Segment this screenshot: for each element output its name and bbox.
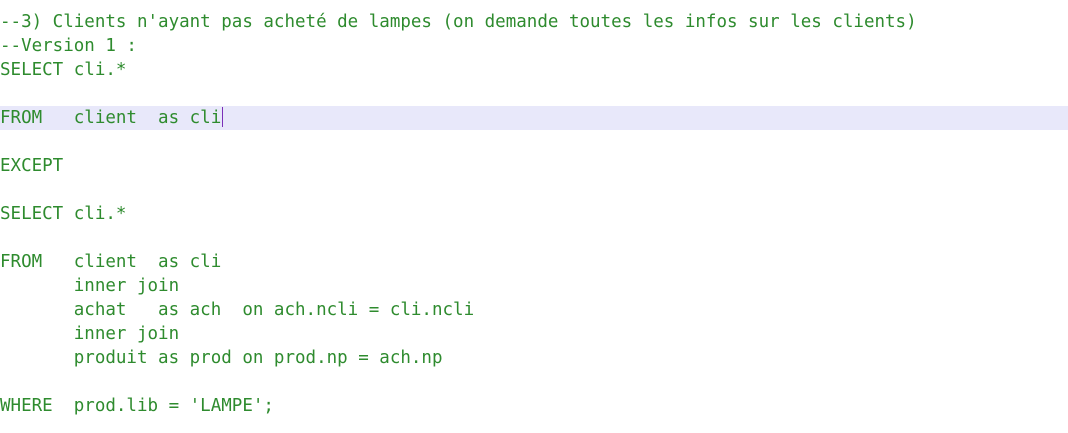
code-text: achat as ach on ach.ncli = cli.ncli xyxy=(0,300,475,320)
code-line-10[interactable] xyxy=(0,226,1068,250)
code-line-15[interactable]: produit as prod on prod.np = ach.np xyxy=(0,346,1068,370)
code-text: EXCEPT xyxy=(0,156,64,176)
code-line-9[interactable]: SELECT cli.* xyxy=(0,202,1068,226)
code-line-4[interactable] xyxy=(0,82,1068,106)
code-text: inner join xyxy=(0,324,180,344)
code-text: FROM client as cli xyxy=(0,252,222,272)
code-line-17[interactable]: WHERE prod.lib = 'LAMPE'; xyxy=(0,394,1068,418)
code-text: SELECT cli.* xyxy=(0,204,127,224)
code-line-1[interactable]: --3) Clients n'ayant pas acheté de lampe… xyxy=(0,10,1068,34)
code-line-11[interactable]: FROM client as cli xyxy=(0,250,1068,274)
code-line-7[interactable]: EXCEPT xyxy=(0,154,1068,178)
code-text: FROM client as cli xyxy=(0,108,222,128)
code-line-14[interactable]: inner join xyxy=(0,322,1068,346)
code-text: WHERE prod.lib = 'LAMPE'; xyxy=(0,396,274,416)
code-text: --Version 1 : xyxy=(0,36,137,56)
code-line-13[interactable]: achat as ach on ach.ncli = cli.ncli xyxy=(0,298,1068,322)
code-line-16[interactable] xyxy=(0,370,1068,394)
code-line-12[interactable]: inner join xyxy=(0,274,1068,298)
code-text: SELECT cli.* xyxy=(0,60,127,80)
text-caret xyxy=(222,107,224,127)
code-line-5-current[interactable]: FROM client as cli xyxy=(0,106,1068,130)
sql-editor[interactable]: --3) Clients n'ayant pas acheté de lampe… xyxy=(0,10,1068,418)
code-line-6[interactable] xyxy=(0,130,1068,154)
code-text: inner join xyxy=(0,276,180,296)
code-line-8[interactable] xyxy=(0,178,1068,202)
code-text: --3) Clients n'ayant pas acheté de lampe… xyxy=(0,12,917,32)
code-line-3[interactable]: SELECT cli.* xyxy=(0,58,1068,82)
code-line-2[interactable]: --Version 1 : xyxy=(0,34,1068,58)
code-text: produit as prod on prod.np = ach.np xyxy=(0,348,443,368)
